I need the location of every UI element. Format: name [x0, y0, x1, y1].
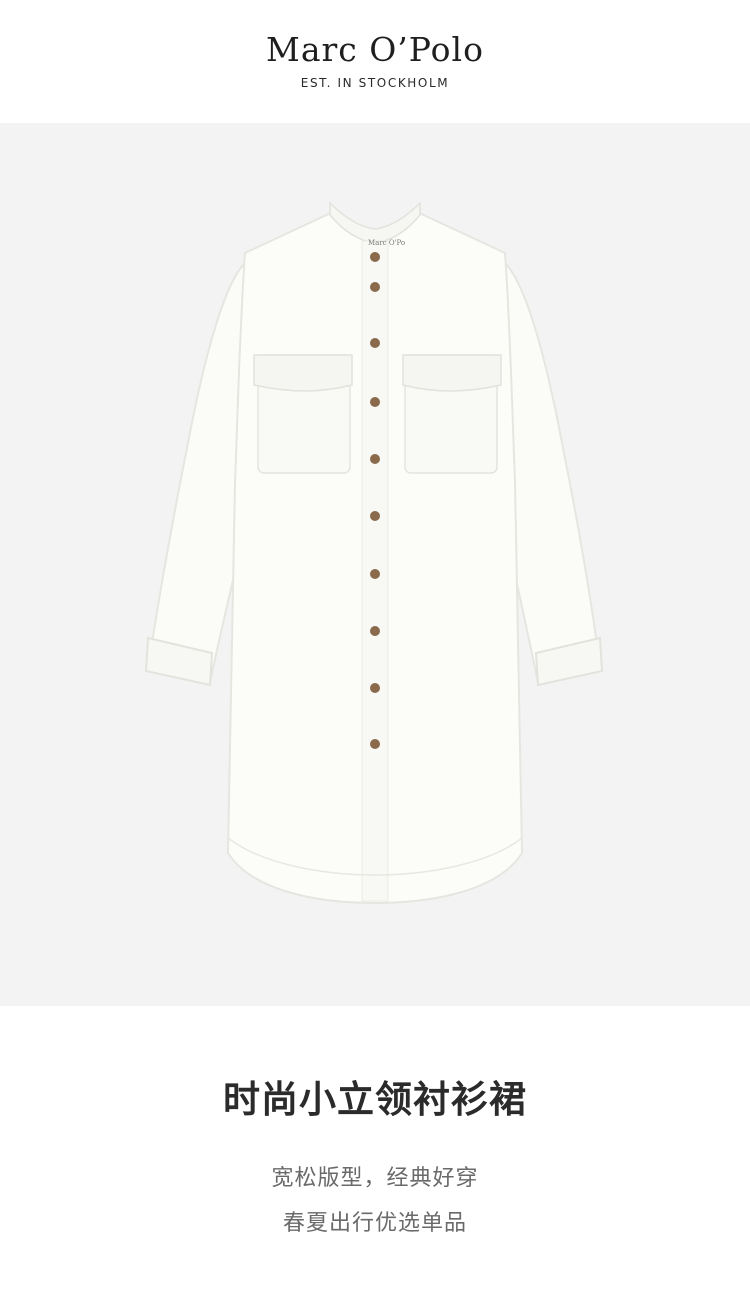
svg-text:Marc O'Po: Marc O'Po — [368, 239, 405, 247]
shirt-dress-image: Marc O'Po — [0, 123, 750, 1006]
header: Marc O’Polo EST. IN STOCKHOLM — [0, 0, 750, 123]
product-description-line-1: 宽松版型，经典好穿 — [271, 1166, 479, 1191]
brand-logo: Marc O’Polo — [266, 30, 484, 69]
product-title: 时尚小立领衬衫裙 — [223, 1078, 527, 1121]
brand-tagline: EST. IN STOCKHOLM — [300, 76, 450, 90]
product-description-line-2: 春夏出行优选单品 — [282, 1211, 467, 1236]
product-image-area: Marc O'Po — [0, 123, 750, 1006]
